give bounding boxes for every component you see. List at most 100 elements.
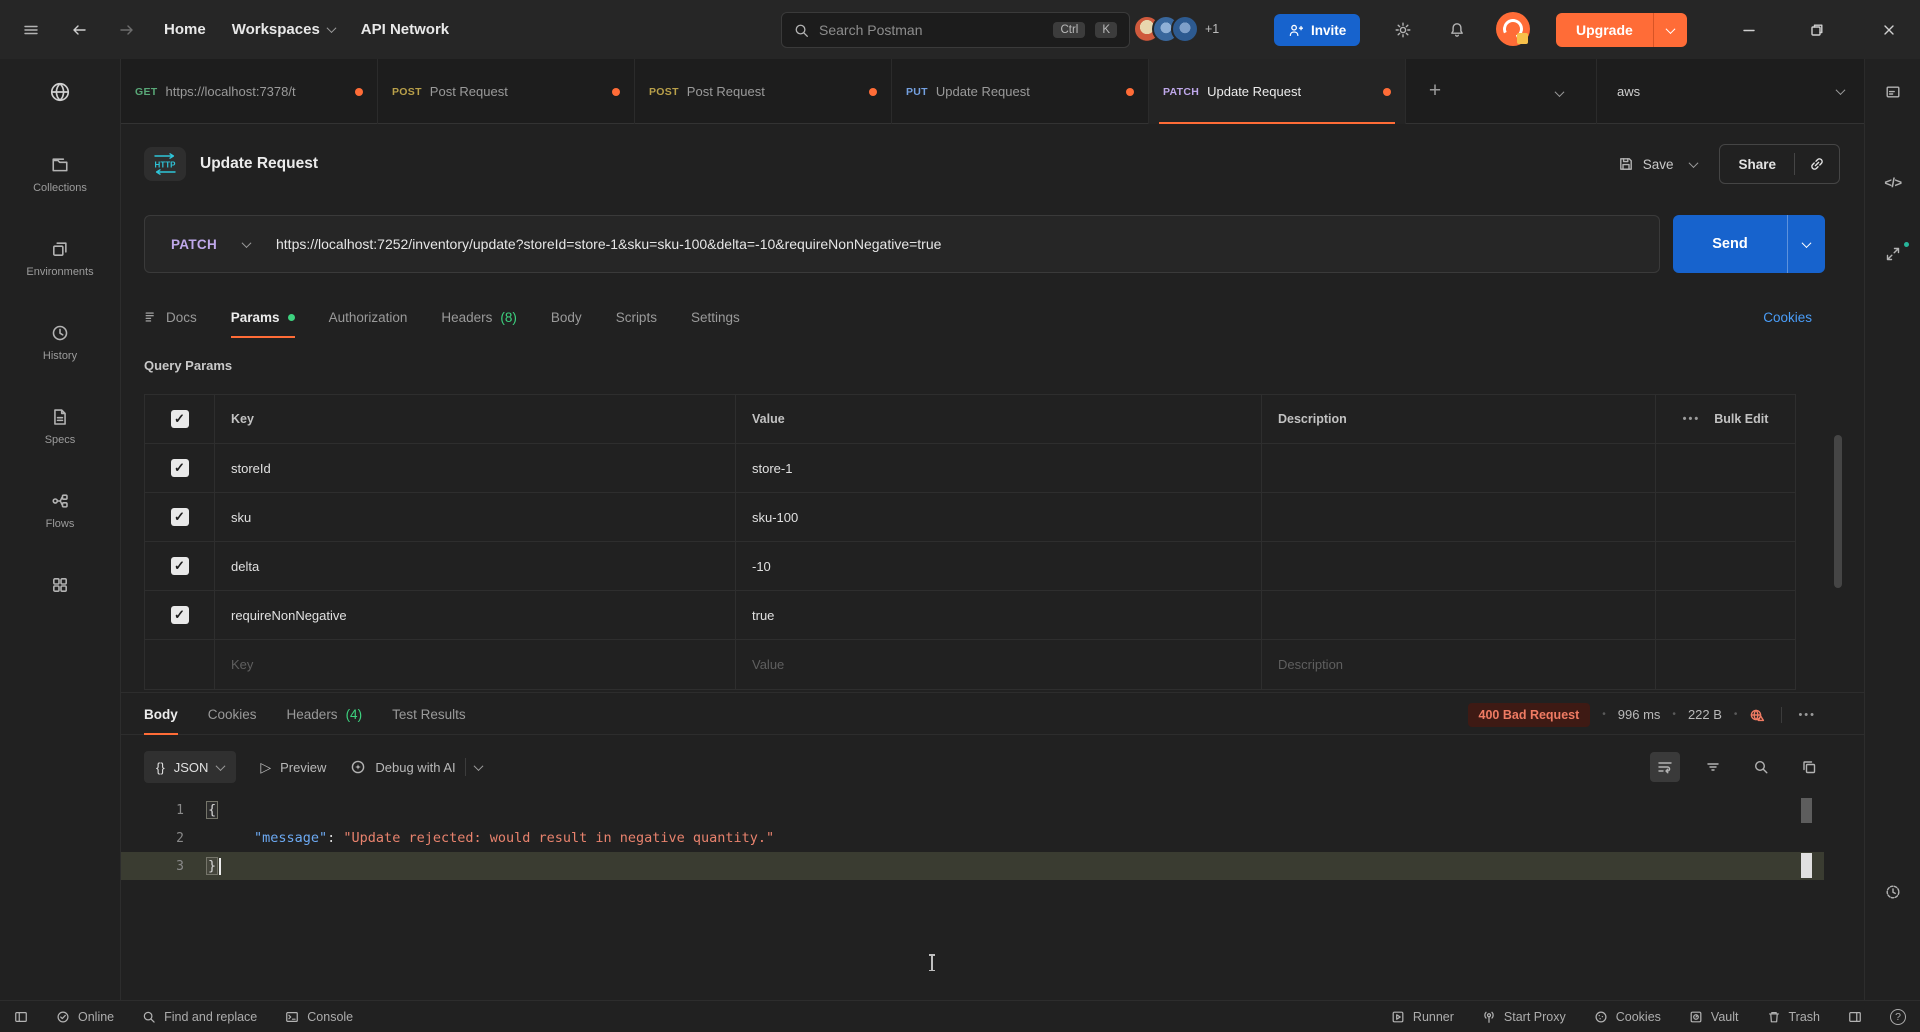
workspace-globe-icon[interactable] (0, 59, 121, 124)
row-checkbox[interactable]: ✓ (171, 459, 189, 477)
wrap-text-button[interactable] (1650, 752, 1680, 782)
preview-button[interactable]: ▷ Preview (260, 759, 326, 776)
expand-pane-icon[interactable] (1865, 236, 1920, 272)
copy-link-icon[interactable] (1794, 153, 1839, 175)
code-snippet-icon[interactable]: </> (1865, 164, 1920, 200)
request-tab[interactable]: GET https://localhost:7378/t (121, 59, 378, 124)
avatar[interactable] (1171, 15, 1199, 43)
param-key-cell[interactable]: sku (215, 493, 736, 541)
tab-overflow-chevron[interactable] (1556, 85, 1563, 100)
param-key-cell[interactable]: requireNonNegative (215, 591, 736, 639)
editor-scrollbar-mark[interactable] (1801, 798, 1812, 823)
save-button[interactable]: Save (1618, 156, 1698, 172)
row-checkbox[interactable]: ✓ (171, 557, 189, 575)
param-value-cell[interactable]: store-1 (736, 444, 1262, 492)
search-input[interactable] (819, 22, 1043, 38)
settings-gear-icon[interactable] (1392, 19, 1414, 41)
response-tab-body[interactable]: Body (144, 693, 178, 735)
request-tab-active[interactable]: PATCH Update Request (1149, 59, 1406, 124)
row-checkbox[interactable]: ✓ (171, 508, 189, 526)
nav-workspaces[interactable]: Workspaces (232, 21, 335, 38)
upgrade-button[interactable]: Upgrade (1556, 13, 1687, 47)
bulk-edit-button[interactable]: ••• Bulk Edit (1656, 395, 1795, 443)
status-badge[interactable]: 400 Bad Request (1468, 703, 1591, 727)
new-tab-button[interactable]: + (1421, 77, 1449, 105)
param-key-cell[interactable]: storeId (215, 444, 736, 492)
online-status[interactable]: Online (56, 1010, 114, 1024)
avatar-overflow-count[interactable]: +1 (1205, 22, 1219, 36)
param-key-placeholder[interactable]: Key (215, 640, 736, 689)
send-options-chevron[interactable] (1787, 215, 1825, 273)
tab-headers[interactable]: Headers (8) (441, 296, 517, 338)
notifications-bell-icon[interactable] (1446, 19, 1468, 41)
sidebar-item-history[interactable]: History (0, 324, 120, 408)
nav-api-network[interactable]: API Network (361, 21, 449, 38)
runner-button[interactable]: Runner (1391, 1010, 1454, 1024)
response-more-options[interactable]: ••• (1798, 709, 1816, 721)
sidebar-item-collections[interactable]: Collections (0, 156, 120, 240)
environment-selector[interactable]: aws (1596, 59, 1864, 124)
help-button[interactable]: ? (1890, 1009, 1906, 1025)
select-all-checkbox[interactable]: ✓ (171, 410, 189, 428)
response-size[interactable]: 222 B (1688, 707, 1722, 722)
sidebar-item-specs[interactable]: Specs (0, 408, 120, 492)
send-button[interactable]: Send (1673, 215, 1825, 273)
row-checkbox[interactable]: ✓ (171, 606, 189, 624)
back-arrow-icon[interactable] (68, 19, 90, 41)
toggle-sidebar-button[interactable] (14, 1010, 28, 1024)
param-key-cell[interactable]: delta (215, 542, 736, 590)
param-description-placeholder[interactable]: Description (1262, 640, 1656, 689)
save-options-chevron[interactable] (1689, 158, 1699, 168)
sidebar-more-apps[interactable] (0, 576, 120, 616)
postman-logo[interactable] (1496, 12, 1530, 46)
url-input[interactable] (276, 236, 1659, 252)
copy-response-button[interactable] (1794, 752, 1824, 782)
window-maximize-icon[interactable] (1804, 17, 1830, 43)
cookies-link[interactable]: Cookies (1763, 296, 1812, 338)
param-description-cell[interactable] (1262, 444, 1656, 492)
response-tab-headers[interactable]: Headers (4) (287, 693, 363, 735)
trash-button[interactable]: Trash (1767, 1010, 1821, 1024)
response-tab-test-results[interactable]: Test Results (392, 693, 466, 735)
tab-authorization[interactable]: Authorization (329, 296, 408, 338)
debug-with-ai-button[interactable]: Debug with AI (350, 758, 481, 776)
hamburger-menu-icon[interactable] (20, 19, 42, 41)
forward-arrow-icon[interactable] (116, 19, 138, 41)
params-scrollbar[interactable] (1834, 435, 1842, 588)
response-body-editor[interactable]: 1 { 2 "message": "Update rejected: would… (121, 796, 1824, 1000)
sidebar-item-environments[interactable]: Environments (0, 240, 120, 324)
upgrade-dropdown[interactable] (1653, 13, 1687, 47)
response-format-dropdown[interactable]: {} JSON (144, 751, 236, 783)
response-time[interactable]: 996 ms (1618, 707, 1661, 722)
tab-body[interactable]: Body (551, 296, 582, 338)
param-value-cell[interactable]: sku-100 (736, 493, 1262, 541)
nav-home[interactable]: Home (164, 21, 206, 38)
cookies-button[interactable]: Cookies (1594, 1010, 1661, 1024)
editor-scrollbar-mark[interactable] (1801, 853, 1812, 878)
sidebar-item-flows[interactable]: Flows (0, 492, 120, 576)
presence-avatars[interactable]: +1 (1133, 15, 1219, 43)
history-clock-icon[interactable] (1865, 874, 1920, 910)
param-value-cell[interactable]: true (736, 591, 1262, 639)
invite-button[interactable]: Invite (1274, 14, 1360, 46)
two-pane-view-button[interactable] (1848, 1010, 1862, 1024)
param-description-cell[interactable] (1262, 493, 1656, 541)
request-tab[interactable]: POST Post Request (635, 59, 892, 124)
filter-button[interactable] (1698, 752, 1728, 782)
request-tab[interactable]: PUT Update Request (892, 59, 1149, 124)
method-selector[interactable]: PATCH (145, 237, 276, 252)
start-proxy-button[interactable]: Start Proxy (1482, 1010, 1566, 1024)
window-minimize-icon[interactable] (1736, 17, 1762, 43)
param-description-cell[interactable] (1262, 542, 1656, 590)
console-button[interactable]: Console (285, 1010, 353, 1024)
network-warning-icon[interactable] (1749, 707, 1765, 723)
tab-params[interactable]: Params (231, 296, 295, 338)
environment-quick-look-icon[interactable] (1864, 59, 1920, 124)
tab-settings[interactable]: Settings (691, 296, 740, 338)
response-tab-cookies[interactable]: Cookies (208, 693, 257, 735)
tab-scripts[interactable]: Scripts (616, 296, 657, 338)
param-value-cell[interactable]: -10 (736, 542, 1262, 590)
window-close-icon[interactable] (1876, 17, 1902, 43)
find-and-replace-button[interactable]: Find and replace (142, 1010, 257, 1024)
param-value-placeholder[interactable]: Value (736, 640, 1262, 689)
